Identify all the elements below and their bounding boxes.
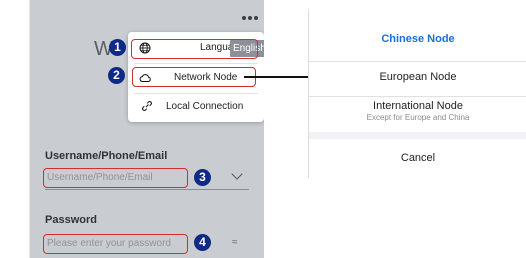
chevron-down-icon[interactable] bbox=[231, 168, 243, 180]
eye-closed-icon[interactable]: ≈ bbox=[232, 237, 238, 248]
flow-arrow-line bbox=[244, 76, 314, 78]
node-option-chinese[interactable]: Chinese Node bbox=[309, 9, 526, 61]
network-node-highlight-frame bbox=[132, 67, 256, 87]
step-badge-3: 3 bbox=[194, 169, 211, 186]
login-screen: W L Username/Phone/Email Username/Phone/… bbox=[29, 0, 264, 258]
password-label: Password bbox=[45, 214, 97, 226]
step-badge-2: 2 bbox=[108, 67, 125, 84]
username-underline bbox=[45, 189, 249, 190]
node-option-european[interactable]: European Node bbox=[309, 62, 526, 96]
link-icon bbox=[142, 101, 152, 111]
node-option-international-label: International Node bbox=[373, 100, 463, 112]
node-option-chinese-label: Chinese Node bbox=[381, 33, 455, 45]
menu-item-local-connection-label: Local Connection bbox=[166, 101, 244, 112]
network-node-sheet: Chinese Node European Node International… bbox=[308, 9, 526, 178]
username-input[interactable]: Username/Phone/Email bbox=[43, 168, 188, 188]
node-option-international-sublabel: Except for Europe and China bbox=[366, 113, 470, 122]
language-highlight-frame bbox=[131, 39, 258, 59]
password-input[interactable]: Please enter your password bbox=[43, 234, 188, 254]
username-label: Username/Phone/Email bbox=[45, 150, 168, 162]
instruction-canvas: W L Username/Phone/Email Username/Phone/… bbox=[0, 0, 526, 258]
cancel-button-label: Cancel bbox=[400, 152, 436, 164]
step-badge-4: 4 bbox=[194, 234, 211, 251]
step-badge-1: 1 bbox=[109, 39, 126, 56]
cancel-button[interactable]: Cancel bbox=[309, 139, 526, 178]
node-option-european-label: European Node bbox=[379, 71, 457, 83]
more-dots-icon[interactable] bbox=[242, 14, 258, 22]
node-option-international[interactable]: International Node Except for Europe and… bbox=[309, 97, 526, 132]
menu-item-local-connection[interactable]: Local Connection bbox=[128, 94, 264, 122]
